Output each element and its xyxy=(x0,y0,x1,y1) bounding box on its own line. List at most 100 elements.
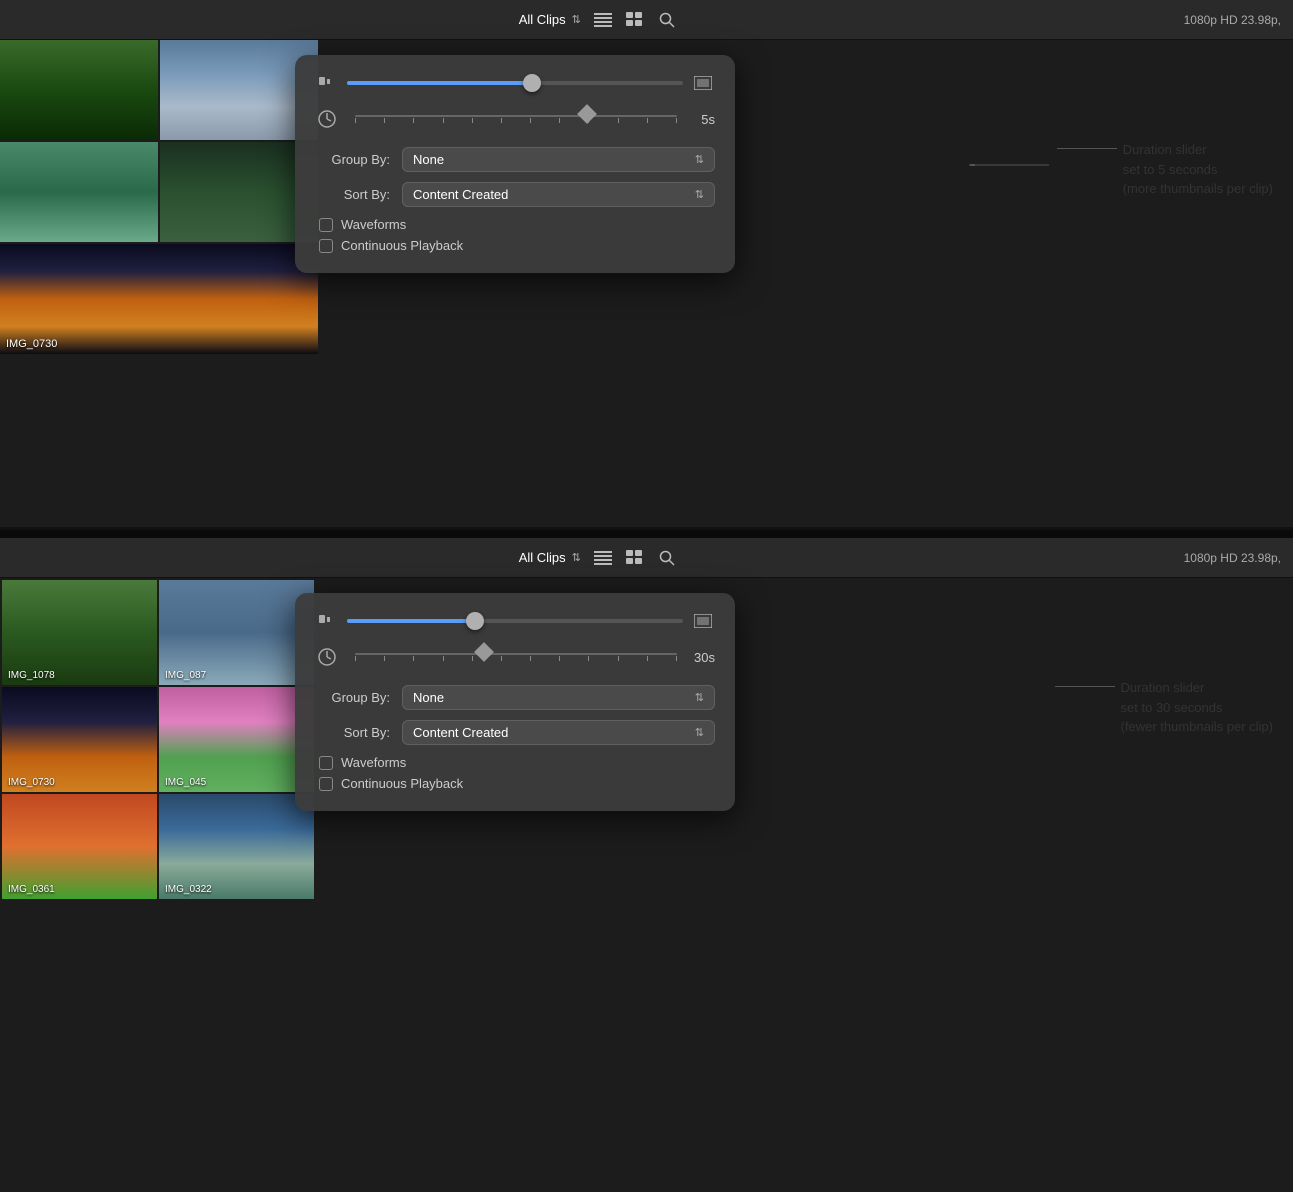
bottom-group-by-value: None xyxy=(413,690,444,705)
thumbnail-large-icon xyxy=(691,71,715,95)
bottom-group-by-select[interactable]: None ⇅ xyxy=(402,685,715,710)
top-panel: All Clips ⇅ xyxy=(0,0,1293,530)
waveforms-row: Waveforms xyxy=(319,217,715,232)
toolbar-center: All Clips ⇅ xyxy=(519,12,677,28)
bottom-waveforms-checkbox[interactable] xyxy=(319,756,333,770)
bottom-waveforms-row: Waveforms xyxy=(319,755,715,770)
top-clip-row-3: IMG_0730 xyxy=(0,244,318,354)
sort-by-label: Sort By: xyxy=(315,187,390,202)
top-clip-row-2 xyxy=(0,142,318,242)
bottom-continuous-playback-checkbox[interactable] xyxy=(319,777,333,791)
search-icon[interactable] xyxy=(657,12,677,28)
sort-by-chevron-icon: ⇅ xyxy=(695,188,704,201)
list-view-icon[interactable] xyxy=(593,12,613,28)
duration-slider[interactable] xyxy=(355,105,677,133)
top-annotation-arrow xyxy=(969,153,1049,171)
bottom-group-by-label: Group By: xyxy=(315,690,390,705)
group-by-value: None xyxy=(413,152,444,167)
bottom-annotation: Duration slider set to 30 seconds (fewer… xyxy=(1055,678,1273,737)
bottom-resolution-label: 1080p HD 23.98p, xyxy=(1184,551,1281,565)
bottom-list-view-icon[interactable] xyxy=(593,550,613,566)
group-by-select[interactable]: None ⇅ xyxy=(402,147,715,172)
all-clips-chevron-icon: ⇅ xyxy=(572,13,581,26)
bottom-popup-panel: 30s Group By: None ⇅ Sort By: Content Cr… xyxy=(295,593,735,811)
thumbnail-size-row xyxy=(315,71,715,95)
thumbnail-size-slider[interactable] xyxy=(347,73,683,93)
bottom-thumbnail-size-slider[interactable] xyxy=(347,611,683,631)
top-annotation: Duration slider set to 5 seconds (more t… xyxy=(1057,140,1273,199)
sort-by-value: Content Created xyxy=(413,187,508,202)
group-by-row: Group By: None ⇅ xyxy=(315,147,715,172)
bottom-clip-img0730: IMG_0730 xyxy=(2,687,157,792)
sort-by-select[interactable]: Content Created ⇅ xyxy=(402,182,715,207)
bottom-clip-img045: IMG_045 xyxy=(159,687,314,792)
annotation-line xyxy=(1057,148,1117,149)
bottom-clip-label-img045: IMG_045 xyxy=(165,777,206,788)
bottom-grid-view-icon[interactable] xyxy=(625,550,645,566)
group-by-chevron-icon: ⇅ xyxy=(695,153,704,166)
bottom-group-by-row: Group By: None ⇅ xyxy=(315,685,715,710)
bottom-annotation-line1: Duration slider xyxy=(1121,678,1273,698)
bottom-annotation-line3: (fewer thumbnails per clip) xyxy=(1121,717,1273,737)
clip-thumb-mountain xyxy=(0,40,158,140)
sort-by-row: Sort By: Content Created ⇅ xyxy=(315,182,715,207)
bottom-all-clips-label: All Clips xyxy=(519,550,566,565)
bottom-continuous-playback-row: Continuous Playback xyxy=(319,776,715,791)
section-divider xyxy=(0,530,1293,538)
annotation-text: Duration slider set to 5 seconds (more t… xyxy=(1123,140,1273,199)
clip-thumb-sunset-wide: IMG_0730 xyxy=(0,244,318,354)
screenshot-container: All Clips ⇅ xyxy=(0,0,1293,1192)
bottom-clip-img087: IMG_087 xyxy=(159,580,314,685)
clip-thumb-mtnwater xyxy=(0,142,158,242)
bottom-duration-slider[interactable] xyxy=(355,643,677,671)
bottom-sort-by-select[interactable]: Content Created ⇅ xyxy=(402,720,715,745)
bottom-all-clips-button[interactable]: All Clips ⇅ xyxy=(519,550,581,565)
continuous-playback-checkbox[interactable] xyxy=(319,239,333,253)
bottom-sort-by-chevron-icon: ⇅ xyxy=(695,726,704,739)
bottom-annotation-line2: set to 30 seconds xyxy=(1121,698,1273,718)
bottom-clip-label-img087: IMG_087 xyxy=(165,670,206,681)
bottom-clips-area: IMG_1078 IMG_087 IMG_0730 IMG_045 IMG_03… xyxy=(0,578,316,901)
bottom-toolbar: All Clips ⇅ xyxy=(0,538,1293,578)
clock-icon xyxy=(315,107,339,131)
bottom-group-by-chevron-icon: ⇅ xyxy=(695,691,704,704)
bottom-clip-img0322: IMG_0322 xyxy=(159,794,314,899)
top-popup-panel: 5s Group By: None ⇅ Sort By: Content Cre… xyxy=(295,55,735,273)
waveforms-checkbox[interactable] xyxy=(319,218,333,232)
top-clip-row-1 xyxy=(0,40,318,140)
bottom-thumbnail-size-row xyxy=(315,609,715,633)
bottom-clip-label-img0730: IMG_0730 xyxy=(8,777,55,788)
bottom-annotation-text: Duration slider set to 30 seconds (fewer… xyxy=(1121,678,1273,737)
bottom-clip-label-img1078: IMG_1078 xyxy=(8,670,55,681)
bottom-sort-by-value: Content Created xyxy=(413,725,508,740)
continuous-playback-label: Continuous Playback xyxy=(341,238,463,253)
all-clips-button[interactable]: All Clips ⇅ xyxy=(519,12,581,27)
bottom-sort-by-row: Sort By: Content Created ⇅ xyxy=(315,720,715,745)
bottom-waveforms-label: Waveforms xyxy=(341,755,406,770)
bottom-clip-label-img0361: IMG_0361 xyxy=(8,884,55,895)
bottom-sort-by-label: Sort By: xyxy=(315,725,390,740)
continuous-playback-row: Continuous Playback xyxy=(319,238,715,253)
all-clips-label: All Clips xyxy=(519,12,566,27)
bottom-search-icon[interactable] xyxy=(657,550,677,566)
duration-value-label: 5s xyxy=(685,112,715,127)
bottom-clock-icon xyxy=(315,645,339,669)
group-by-label: Group By: xyxy=(315,152,390,167)
thumbnail-small-icon xyxy=(315,71,339,95)
bottom-clip-img0361: IMG_0361 xyxy=(2,794,157,899)
waveforms-label: Waveforms xyxy=(341,217,406,232)
top-toolbar: All Clips ⇅ xyxy=(0,0,1293,40)
top-resolution-label: 1080p HD 23.98p, xyxy=(1184,13,1281,27)
bottom-clip-label-img0322: IMG_0322 xyxy=(165,884,212,895)
duration-slider-row: 5s xyxy=(315,105,715,133)
bottom-continuous-playback-label: Continuous Playback xyxy=(341,776,463,791)
annotation-line2: set to 5 seconds xyxy=(1123,160,1273,180)
clip-label-img0730: IMG_0730 xyxy=(6,338,57,350)
bottom-thumbnail-small-icon xyxy=(315,609,339,633)
bottom-duration-value-label: 30s xyxy=(685,650,715,665)
bottom-toolbar-center: All Clips ⇅ xyxy=(519,550,677,566)
grid-view-icon[interactable] xyxy=(625,12,645,28)
annotation-line1: Duration slider xyxy=(1123,140,1273,160)
bottom-all-clips-chevron-icon: ⇅ xyxy=(572,551,581,564)
bottom-duration-slider-row: 30s xyxy=(315,643,715,671)
